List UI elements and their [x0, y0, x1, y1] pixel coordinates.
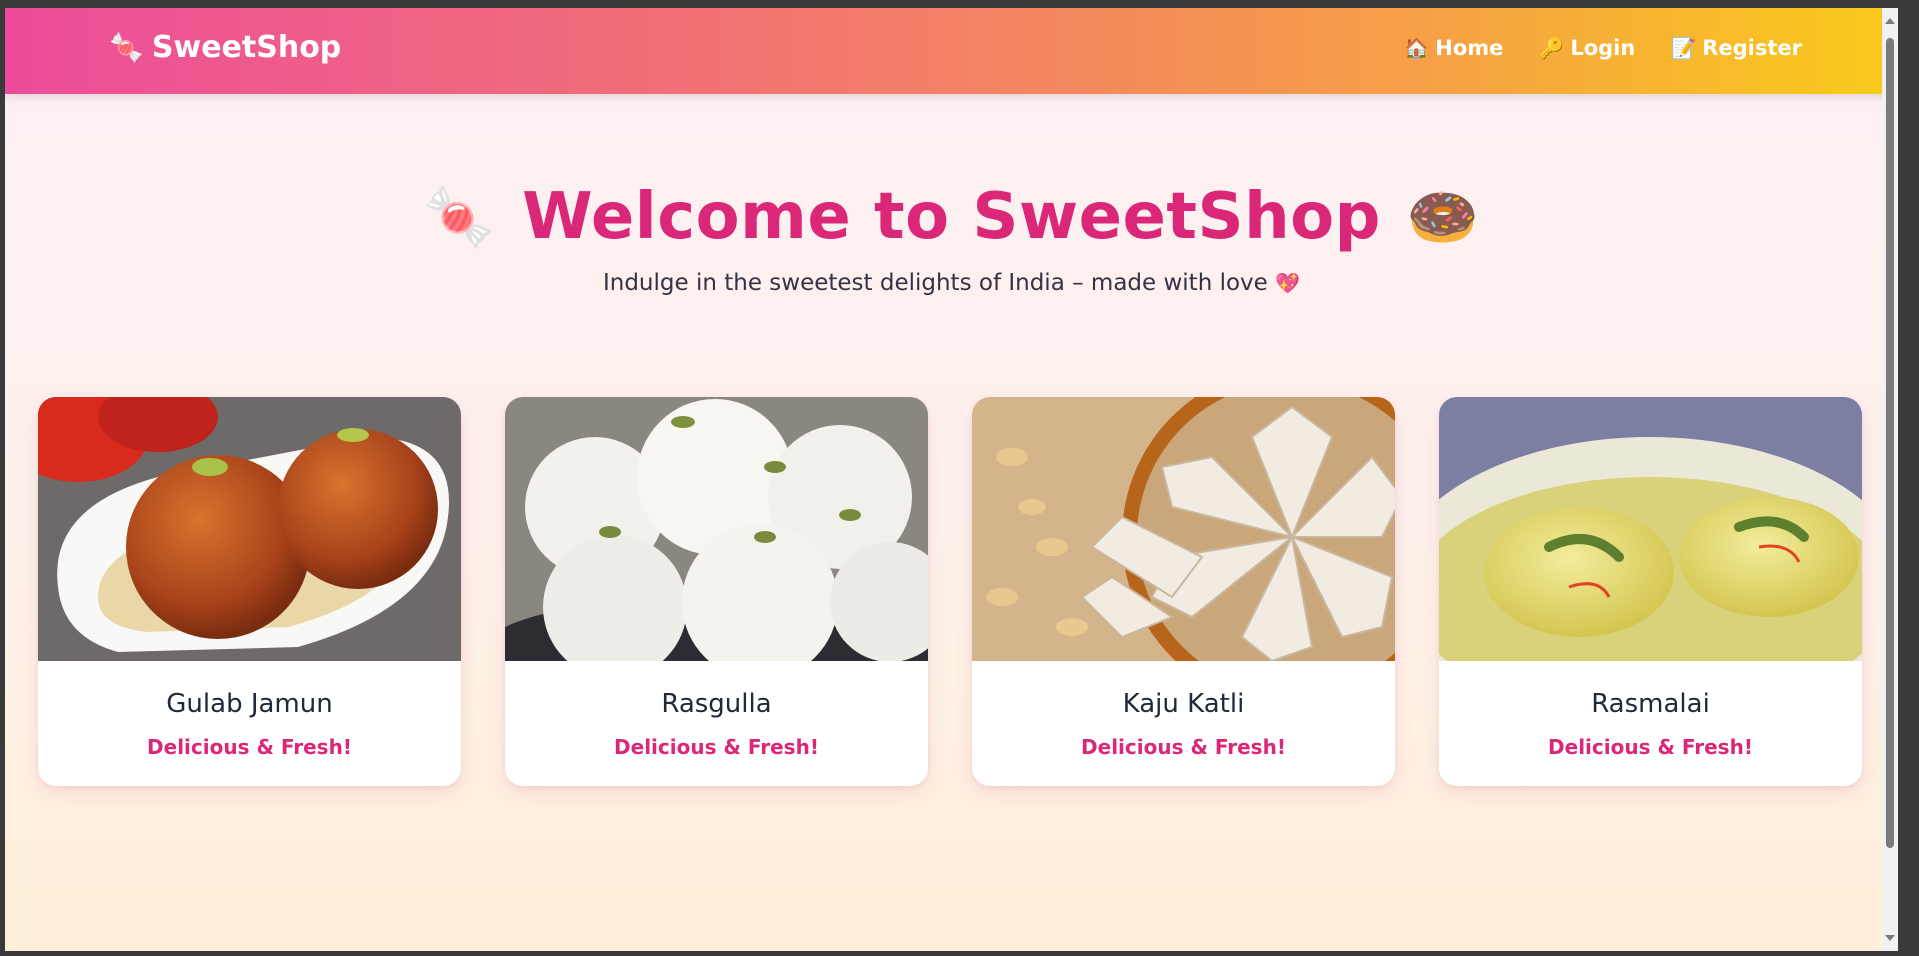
- nav-register-link[interactable]: 📝 Register: [1671, 36, 1802, 60]
- nav-home-label: Home: [1435, 36, 1504, 60]
- gulab-jamun-image: [38, 397, 461, 661]
- hero-title: 🍬 Welcome to SweetShop 🍩: [423, 180, 1479, 254]
- hero-section: 🍬 Welcome to SweetShop 🍩 Indulge in the …: [5, 180, 1898, 296]
- nav-home-link[interactable]: 🏠 Home: [1404, 36, 1503, 60]
- scroll-down-arrow-icon[interactable]: [1885, 935, 1895, 941]
- hero-subtitle-text: Indulge in the sweetest delights of Indi…: [602, 270, 1268, 296]
- scrollbar-thumb[interactable]: [1886, 38, 1894, 848]
- product-card-kaju-katli[interactable]: Kaju Katli Delicious & Fresh!: [972, 397, 1395, 786]
- nav-links: 🏠 Home 🔑 Login 📝 Register: [1404, 36, 1802, 60]
- product-tagline: Delicious & Fresh!: [1548, 735, 1753, 759]
- nav-login-label: Login: [1570, 36, 1636, 60]
- browser-viewport: 🍬 SweetShop 🏠 Home 🔑 Login 📝 Register 🍬 …: [5, 8, 1898, 951]
- hero-title-text: Welcome to SweetShop: [522, 180, 1381, 254]
- product-grid: Gulab Jamun Delicious & Fresh! Rasgulla …: [38, 397, 1862, 786]
- product-card-gulab-jamun[interactable]: Gulab Jamun Delicious & Fresh!: [38, 397, 461, 786]
- heart-icon: 💖: [1275, 271, 1301, 295]
- product-name: Gulab Jamun: [166, 689, 333, 719]
- product-name: Rasgulla: [661, 689, 772, 719]
- candy-icon: 🍬: [423, 182, 497, 251]
- kaju-katli-image: [972, 397, 1395, 661]
- rasgulla-image: [505, 397, 928, 661]
- house-icon: 🏠: [1404, 36, 1430, 60]
- product-tagline: Delicious & Fresh!: [614, 735, 819, 759]
- nav-login-link[interactable]: 🔑 Login: [1539, 36, 1635, 60]
- vertical-scrollbar[interactable]: [1882, 8, 1898, 951]
- brand-logo[interactable]: 🍬 SweetShop: [109, 30, 341, 65]
- product-card-rasmalai[interactable]: Rasmalai Delicious & Fresh!: [1439, 397, 1862, 786]
- navbar: 🍬 SweetShop 🏠 Home 🔑 Login 📝 Register: [5, 8, 1898, 94]
- product-name: Kaju Katli: [1122, 689, 1245, 719]
- doughnut-icon: 🍩: [1406, 182, 1480, 251]
- product-name: Rasmalai: [1591, 689, 1710, 719]
- rasmalai-image: [1439, 397, 1862, 661]
- product-card-rasgulla[interactable]: Rasgulla Delicious & Fresh!: [505, 397, 928, 786]
- key-icon: 🔑: [1539, 36, 1565, 60]
- nav-register-label: Register: [1702, 36, 1802, 60]
- scroll-up-arrow-icon[interactable]: [1885, 18, 1895, 24]
- candy-icon: 🍬: [109, 31, 144, 64]
- hero-subtitle: Indulge in the sweetest delights of Indi…: [5, 270, 1898, 296]
- product-tagline: Delicious & Fresh!: [147, 735, 352, 759]
- product-tagline: Delicious & Fresh!: [1081, 735, 1286, 759]
- brand-name: SweetShop: [151, 30, 342, 65]
- memo-icon: 📝: [1671, 36, 1697, 60]
